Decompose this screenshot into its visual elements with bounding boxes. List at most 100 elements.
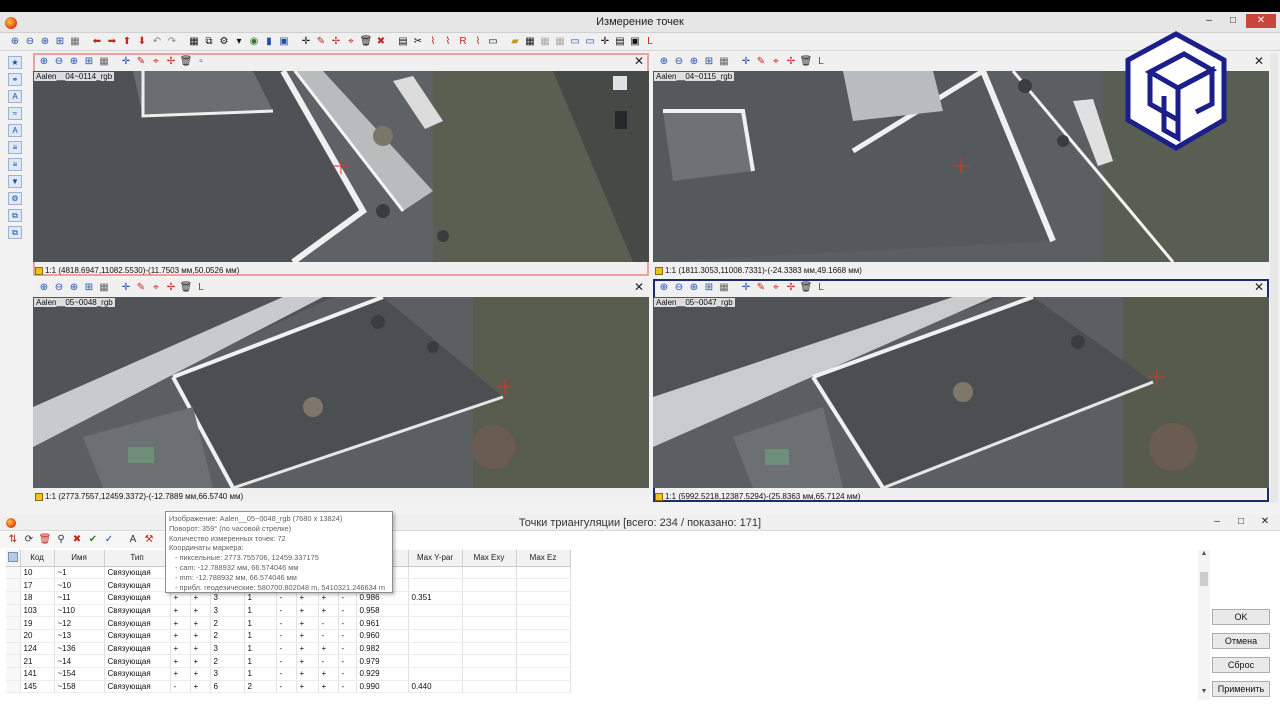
refine-icon[interactable]: ⌇: [471, 35, 485, 49]
pane-close-icon[interactable]: ✕: [633, 280, 645, 294]
zoom-fit-icon[interactable]: ⊕: [38, 35, 52, 49]
folder-icon[interactable]: ▰: [508, 35, 522, 49]
correlate-icon[interactable]: ⌇: [426, 35, 440, 49]
delete-icon[interactable]: 🗑: [359, 35, 373, 49]
zoom-in-icon[interactable]: ⊕: [657, 55, 671, 69]
table-row[interactable]: 103 ~110 Связующая + +3 1- + + -0.958: [6, 604, 571, 618]
zoom-out-icon[interactable]: ⊖: [52, 281, 66, 295]
tool-line-icon[interactable]: ≈: [8, 107, 22, 120]
l-icon[interactable]: L: [814, 281, 828, 295]
pane-close-icon[interactable]: ✕: [633, 54, 645, 68]
auto-point-icon[interactable]: ⌖: [769, 281, 783, 295]
column-header[interactable]: Тип: [104, 550, 171, 567]
zoom-fit-icon[interactable]: ⊕: [67, 281, 81, 295]
point-list-icon[interactable]: ▤: [613, 35, 627, 49]
auto-point-icon[interactable]: ⌖: [344, 35, 358, 49]
arrow-down-icon[interactable]: ⬇: [135, 35, 149, 49]
list-icon[interactable]: ▦: [523, 35, 537, 49]
table-row[interactable]: 145 ~158 Связующая - +6 2- + + -0.990 0.440: [6, 680, 571, 694]
grid-icon[interactable]: ▦: [97, 55, 111, 69]
zoom-out-icon[interactable]: ⊖: [52, 55, 66, 69]
save-icon[interactable]: ▣: [277, 35, 291, 49]
cut-icon[interactable]: ✂: [411, 35, 425, 49]
close-button[interactable]: ✕: [1254, 515, 1276, 529]
aerial-image[interactable]: Aalen__05~0047_rgb: [653, 297, 1269, 488]
points-stats-icon[interactable]: ⇅: [6, 533, 20, 547]
zoom-fit-icon[interactable]: ⊕: [687, 55, 701, 69]
aerial-image[interactable]: Aalen__04~0114_rgb: [33, 71, 649, 262]
zoom-in-icon[interactable]: ⊕: [657, 281, 671, 295]
zoom-out-icon[interactable]: ⊖: [672, 281, 686, 295]
tool-a2-icon[interactable]: A: [8, 124, 22, 137]
zoom-window-icon[interactable]: ⊞: [702, 281, 716, 295]
delete-icon[interactable]: 🗑: [799, 281, 813, 295]
move-point-icon[interactable]: ✢: [784, 281, 798, 295]
remove-icon[interactable]: ✖: [70, 533, 84, 547]
refresh-icon[interactable]: ⟳: [22, 533, 36, 547]
column-header[interactable]: Max Y-par: [408, 550, 463, 567]
move-point-icon[interactable]: ✢: [164, 281, 178, 295]
camera-icon[interactable]: ◉: [247, 35, 261, 49]
zoom-window-icon[interactable]: ⊞: [82, 281, 96, 295]
move-point-icon[interactable]: ✢: [784, 55, 798, 69]
export-icon[interactable]: ⧉: [202, 35, 216, 49]
table-row[interactable]: 21 ~14 Связующая + +2 1- + - -0.979: [6, 654, 571, 668]
zoom-in-icon[interactable]: ⊕: [37, 55, 51, 69]
tool-a-icon[interactable]: A: [8, 90, 22, 103]
maximize-button[interactable]: □: [1230, 515, 1252, 529]
undo-icon[interactable]: ↶: [150, 35, 164, 49]
table-row[interactable]: 19 ~12 Связующая + +2 1- + - -0.961: [6, 616, 571, 630]
redo-icon[interactable]: ↷: [165, 35, 179, 49]
table-row[interactable]: 20 ~13 Связующая + +2 1- + - -0.960: [6, 629, 571, 643]
table-row[interactable]: 141 ~154 Связующая + +3 1- + + -0.929: [6, 667, 571, 681]
report-icon[interactable]: ▭: [486, 35, 500, 49]
tool-copy-icon[interactable]: ⧉: [8, 209, 22, 222]
ok-button[interactable]: OK: [1212, 609, 1270, 625]
add-point-icon[interactable]: ✛: [119, 55, 133, 69]
scroll-thumb[interactable]: [1200, 572, 1208, 586]
zoom-window-icon[interactable]: ⊞: [53, 35, 67, 49]
grid-icon[interactable]: ▦: [717, 281, 731, 295]
tool-copy2-icon[interactable]: ⧉: [8, 226, 22, 239]
zoom-in-icon[interactable]: ⊕: [37, 281, 51, 295]
check-icon[interactable]: ✓: [102, 533, 116, 547]
minimize-button[interactable]: –: [1198, 14, 1220, 28]
zoom-in-icon[interactable]: ⊕: [8, 35, 22, 49]
delete-icon[interactable]: 🗑: [179, 281, 193, 295]
select-icon[interactable]: ▫: [194, 55, 208, 69]
tool-gear-icon[interactable]: ⚙: [8, 192, 22, 205]
book-icon[interactable]: ▮: [262, 35, 276, 49]
table-row[interactable]: 18 ~11 Связующая + +3 1- + + -0.986 0.351: [6, 591, 571, 605]
tool-link-icon[interactable]: ⚭: [8, 73, 22, 86]
arrow-left-icon[interactable]: ⬅: [90, 35, 104, 49]
zoom-out-icon[interactable]: ⊖: [23, 35, 37, 49]
accept-icon[interactable]: ✔: [86, 533, 100, 547]
tool-b-icon[interactable]: ≡: [8, 141, 22, 154]
move-point-icon[interactable]: ✢: [329, 35, 343, 49]
correlate-all-icon[interactable]: ⌇: [441, 35, 455, 49]
add-point-icon[interactable]: ✛: [119, 281, 133, 295]
panel-icon[interactable]: ▤: [396, 35, 410, 49]
zoom-window-icon[interactable]: ⊞: [82, 55, 96, 69]
l-icon[interactable]: L: [814, 55, 828, 69]
tool-star-icon[interactable]: ★: [8, 56, 22, 69]
cancel-button[interactable]: Отмена: [1212, 633, 1270, 649]
binoculars-icon[interactable]: ⚲: [54, 533, 68, 547]
add-point-icon[interactable]: ✛: [739, 55, 753, 69]
add-point-icon[interactable]: ✛: [299, 35, 313, 49]
column-header[interactable]: Max Exy: [462, 550, 517, 567]
grid-icon[interactable]: ▦: [68, 35, 82, 49]
pane-close-icon[interactable]: ✕: [1253, 54, 1265, 68]
zoom-window-icon[interactable]: ⊞: [702, 55, 716, 69]
zoom-out-icon[interactable]: ⊖: [672, 55, 686, 69]
zoom-fit-icon[interactable]: ⊕: [67, 55, 81, 69]
view-single-icon[interactable]: ▭: [568, 35, 582, 49]
column-header[interactable]: Имя: [54, 550, 105, 567]
delete-icon[interactable]: 🗑: [799, 55, 813, 69]
list-disabled-icon[interactable]: ▦: [538, 35, 552, 49]
auto-point-icon[interactable]: ⌖: [149, 55, 163, 69]
pane-close-icon[interactable]: ✕: [1253, 280, 1265, 294]
view-double-icon[interactable]: ▭: [583, 35, 597, 49]
arrow-up-icon[interactable]: ⬆: [120, 35, 134, 49]
move-point-icon[interactable]: ✢: [164, 55, 178, 69]
